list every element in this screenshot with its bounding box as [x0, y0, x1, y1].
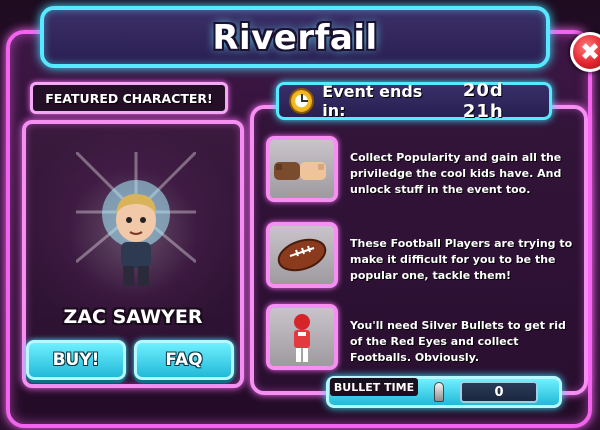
info-text-popularity: Collect Popularity and gain all the priv… — [350, 151, 562, 196]
bullet-time-label: BULLET TIME — [330, 378, 418, 396]
event-timer-value: 20d 21h — [462, 80, 504, 122]
event-timer-label: Event ends in: — [322, 82, 423, 120]
close-icon: ✖ — [579, 38, 600, 66]
character-portrait — [76, 152, 196, 286]
buy-button[interactable]: BUY! — [26, 340, 126, 380]
info-text-silver-bullets: You'll need Silver Bullets to get rid of… — [350, 319, 566, 364]
event-timer: Event ends in: 20d 21h — [276, 80, 552, 122]
faq-button[interactable]: FAQ — [134, 340, 234, 380]
clock-icon — [289, 88, 315, 114]
character-name: ZAC SAWYER — [63, 306, 203, 328]
title-banner: Riverfail — [40, 6, 550, 68]
event-title: Riverfail — [212, 18, 378, 58]
info-text-football-players: These Football Players are trying to mak… — [350, 237, 573, 282]
football-icon — [266, 222, 338, 288]
football-player-icon — [266, 304, 338, 370]
fist-bump-icon — [266, 136, 338, 202]
featured-character-label: FEATURED CHARACTER! — [30, 82, 228, 114]
silver-bullet-icon — [434, 382, 444, 402]
bullet-time-count: 0 — [460, 381, 538, 403]
